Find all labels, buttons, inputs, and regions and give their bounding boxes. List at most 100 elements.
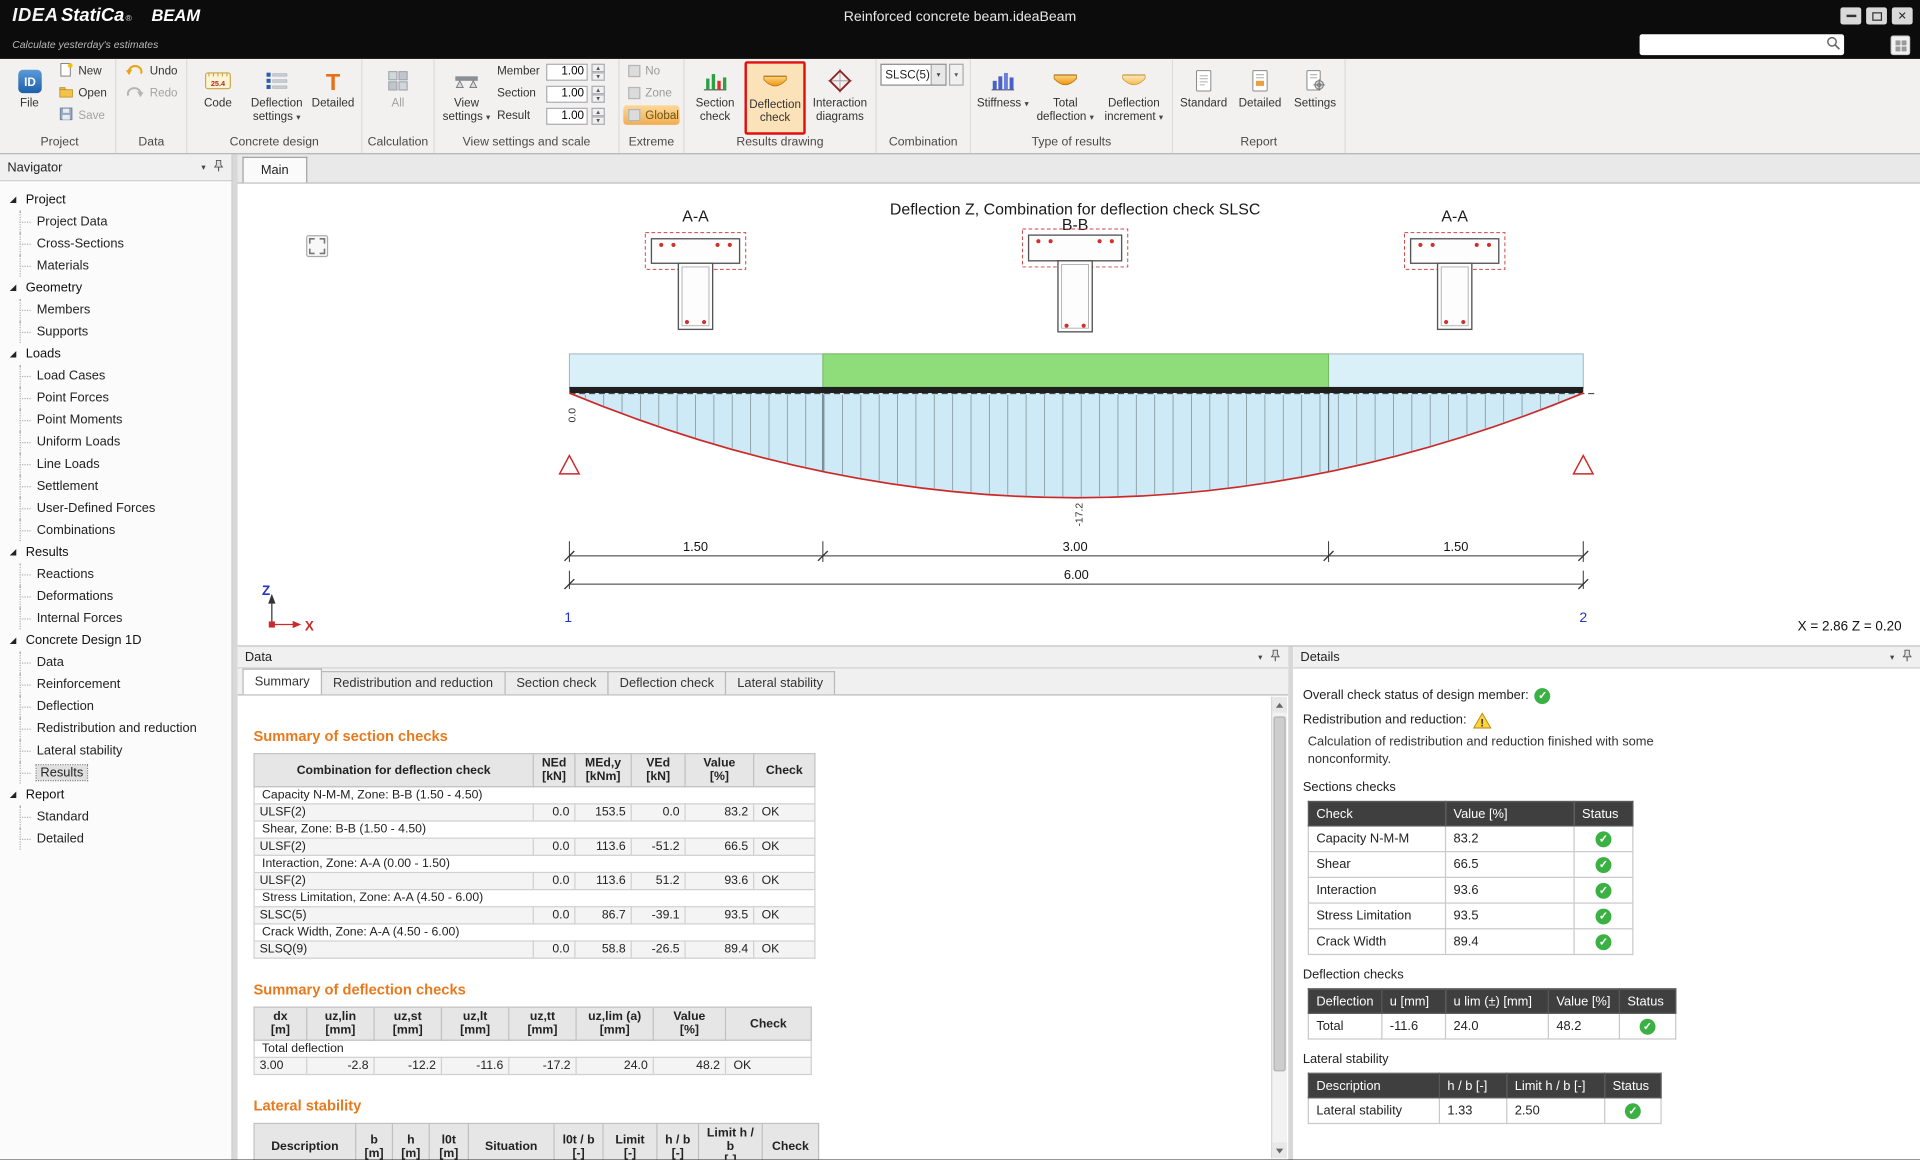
- tree-expand-icon[interactable]: ◢: [10, 349, 20, 359]
- support-left[interactable]: [560, 456, 580, 474]
- sidebar-item-results[interactable]: Results: [5, 762, 229, 784]
- tree-expand-icon[interactable]: ◢: [10, 547, 20, 557]
- data-tab-deflection-check[interactable]: Deflection check: [607, 671, 726, 694]
- sidebar-section-geometry[interactable]: ◢Geometry: [5, 277, 229, 299]
- extreme-no-button[interactable]: No: [623, 61, 679, 81]
- zoom-fit-button[interactable]: [306, 235, 328, 257]
- sidebar-item-point-moments[interactable]: Point Moments: [5, 409, 229, 431]
- sidebar-item-standard[interactable]: Standard: [5, 806, 229, 828]
- code-button[interactable]: 25.4 Code: [191, 61, 245, 134]
- sidebar-item-materials[interactable]: Materials: [5, 255, 229, 277]
- data-tab-redistribution-and-reduction[interactable]: Redistribution and reduction: [321, 671, 506, 694]
- close-button[interactable]: ✕: [1892, 7, 1913, 24]
- deflection-increment-button[interactable]: Deflection increment ▾: [1100, 61, 1169, 134]
- chevron-down-icon[interactable]: ▾: [1258, 652, 1262, 662]
- pin-icon[interactable]: [213, 159, 224, 176]
- redo-button[interactable]: Redo: [120, 83, 182, 104]
- scroll-down-icon[interactable]: [1272, 1142, 1287, 1158]
- sidebar-item-internal-forces[interactable]: Internal Forces: [5, 607, 229, 629]
- sidebar-item-redistribution-and-reduction[interactable]: Redistribution and reduction: [5, 718, 229, 740]
- pin-icon[interactable]: [1902, 648, 1913, 665]
- member-scale-stepper[interactable]: ▲▼: [591, 63, 604, 80]
- extreme-global-button[interactable]: Global: [623, 105, 679, 125]
- sidebar-item-user-defined-forces[interactable]: User-Defined Forces: [5, 497, 229, 519]
- stiffness-button[interactable]: Stiffness ▾: [975, 61, 1031, 134]
- sidebar-item-deformations[interactable]: Deformations: [5, 585, 229, 607]
- combination-more-button[interactable]: ▾: [949, 64, 964, 86]
- sidebar-section-loads[interactable]: ◢Loads: [5, 343, 229, 365]
- calculate-all-button[interactable]: All: [371, 61, 425, 134]
- sidebar-item-line-loads[interactable]: Line Loads: [5, 453, 229, 475]
- tree-expand-icon[interactable]: ◢: [10, 790, 20, 800]
- chevron-down-icon[interactable]: ▾: [201, 162, 205, 172]
- report-detailed-button[interactable]: Detailed: [1233, 61, 1287, 134]
- deflection-check-button[interactable]: Deflection check: [744, 61, 805, 134]
- search-input[interactable]: [1640, 38, 1826, 51]
- pin-icon[interactable]: [1270, 648, 1281, 665]
- file-button[interactable]: ID File: [7, 61, 51, 134]
- deflection-settings-button[interactable]: Deflection settings ▾: [247, 61, 306, 134]
- tree-expand-icon[interactable]: ◢: [10, 195, 20, 205]
- result-scale-stepper[interactable]: ▲▼: [591, 107, 604, 124]
- ribbon-group-concrete-design: 25.4 Code Deflection settings ▾ T Detail…: [187, 59, 362, 153]
- sidebar-item-combinations[interactable]: Combinations: [5, 519, 229, 541]
- scrollbar-thumb[interactable]: [1273, 716, 1285, 1071]
- chevron-down-icon[interactable]: ▾: [1890, 652, 1894, 662]
- total-deflection-button[interactable]: Total deflection ▾: [1033, 61, 1097, 134]
- cross-section-left[interactable]: [645, 233, 745, 330]
- tab-main[interactable]: Main: [242, 157, 307, 183]
- data-tab-section-check[interactable]: Section check: [504, 671, 609, 694]
- sidebar-item-project-data[interactable]: Project Data: [5, 211, 229, 233]
- detailed-concrete-button[interactable]: T Detailed: [309, 61, 358, 134]
- maximize-button[interactable]: [1866, 7, 1887, 24]
- sidebar-item-reinforcement[interactable]: Reinforcement: [5, 673, 229, 695]
- result-scale-input[interactable]: [546, 107, 588, 124]
- extreme-zone-button[interactable]: Zone: [623, 83, 679, 103]
- beam-axis-bar[interactable]: [569, 387, 1583, 393]
- section-check-button[interactable]: Section check: [688, 61, 742, 134]
- sidebar-item-cross-sections[interactable]: Cross-Sections: [5, 233, 229, 255]
- cross-section-right[interactable]: [1404, 233, 1504, 330]
- sidebar-item-reactions[interactable]: Reactions: [5, 563, 229, 585]
- section-scale-input[interactable]: [546, 85, 588, 102]
- sidebar-item-members[interactable]: Members: [5, 299, 229, 321]
- sidebar-item-deflection[interactable]: Deflection: [5, 696, 229, 718]
- view-settings-button[interactable]: View settings ▾: [438, 61, 494, 134]
- data-tab-summary[interactable]: Summary: [242, 669, 322, 695]
- sidebar-section-report[interactable]: ◢Report: [5, 784, 229, 806]
- section-scale-stepper[interactable]: ▲▼: [591, 85, 604, 102]
- tree-expand-icon[interactable]: ◢: [10, 283, 20, 293]
- column-header: MEd,y [kNm]: [575, 754, 631, 787]
- save-button[interactable]: Save: [54, 105, 112, 126]
- undo-button[interactable]: Undo: [120, 61, 182, 82]
- data-tab-lateral-stability[interactable]: Lateral stability: [725, 671, 835, 694]
- sidebar-item-supports[interactable]: Supports: [5, 321, 229, 343]
- support-right[interactable]: [1573, 456, 1593, 474]
- tree-expand-icon[interactable]: ◢: [10, 636, 20, 646]
- sidebar-item-load-cases[interactable]: Load Cases: [5, 365, 229, 387]
- sidebar-item-point-forces[interactable]: Point Forces: [5, 387, 229, 409]
- report-settings-button[interactable]: Settings: [1289, 61, 1340, 134]
- scroll-up-icon[interactable]: [1272, 697, 1287, 713]
- sidebar-item-data[interactable]: Data: [5, 651, 229, 673]
- new-button[interactable]: New: [54, 61, 112, 82]
- sidebar-item-uniform-loads[interactable]: Uniform Loads: [5, 431, 229, 453]
- cross-section-mid[interactable]: [1022, 229, 1127, 332]
- beam-zones[interactable]: [569, 354, 1583, 388]
- sidebar-item-settlement[interactable]: Settlement: [5, 475, 229, 497]
- interaction-diagrams-button[interactable]: Interaction diagrams: [808, 61, 872, 134]
- quick-access-button[interactable]: [1891, 36, 1911, 56]
- main-canvas[interactable]: B-B Deflection Z, Combination for deflec…: [238, 184, 1920, 646]
- open-button[interactable]: Open: [54, 83, 112, 104]
- report-standard-button[interactable]: Standard: [1177, 61, 1231, 134]
- combination-select[interactable]: SLSC(5) ▾: [880, 64, 946, 86]
- minimize-button[interactable]: [1840, 7, 1861, 24]
- sidebar-item-detailed[interactable]: Detailed: [5, 828, 229, 850]
- group-row: Crack Width, Zone: A-A (4.50 - 6.00): [254, 924, 815, 941]
- sidebar-section-results[interactable]: ◢Results: [5, 541, 229, 563]
- sidebar-item-lateral-stability[interactable]: Lateral stability: [5, 740, 229, 762]
- sidebar-section-project[interactable]: ◢Project: [5, 189, 229, 211]
- member-scale-input[interactable]: [546, 63, 588, 80]
- data-scrollbar[interactable]: [1271, 697, 1287, 1159]
- sidebar-section-concrete-design-1d[interactable]: ◢Concrete Design 1D: [5, 629, 229, 651]
